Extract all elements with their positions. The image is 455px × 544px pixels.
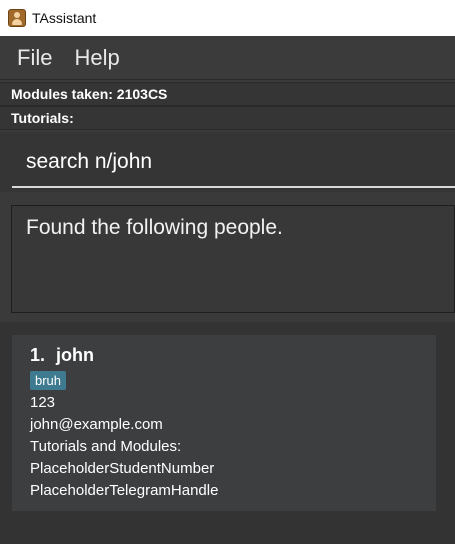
result-display: Found the following people. bbox=[11, 205, 455, 313]
person-email: john@example.com bbox=[30, 416, 163, 433]
person-telegram-handle: PlaceholderTelegramHandle bbox=[30, 482, 219, 499]
menu-file[interactable]: File bbox=[9, 45, 60, 71]
person-student-number: PlaceholderStudentNumber bbox=[30, 460, 215, 477]
window-title: TAssistant bbox=[32, 10, 97, 26]
person-phone: 123 bbox=[30, 394, 56, 411]
tag-list: bruh bbox=[30, 366, 418, 390]
tutorials-label: Tutorials: bbox=[0, 106, 455, 130]
title-bar: TAssistant bbox=[0, 0, 455, 36]
person-list-panel[interactable]: 1. john bruh 123 john@example.com Tutori… bbox=[0, 322, 455, 544]
command-box bbox=[0, 132, 455, 192]
modules-taken-label: Modules taken: 2103CS bbox=[0, 82, 455, 106]
command-input[interactable] bbox=[12, 138, 455, 188]
person-tutorials-modules: Tutorials and Modules: bbox=[30, 438, 182, 455]
person-name: john bbox=[56, 345, 95, 365]
tag-badge: bruh bbox=[30, 371, 67, 390]
person-header: 1. john bbox=[30, 345, 418, 366]
menu-bar: File Help bbox=[0, 36, 455, 80]
menu-help[interactable]: Help bbox=[66, 45, 127, 71]
person-card[interactable]: 1. john bruh 123 john@example.com Tutori… bbox=[12, 335, 436, 511]
person-index: 1. bbox=[30, 345, 46, 365]
address-book-icon bbox=[8, 9, 26, 27]
